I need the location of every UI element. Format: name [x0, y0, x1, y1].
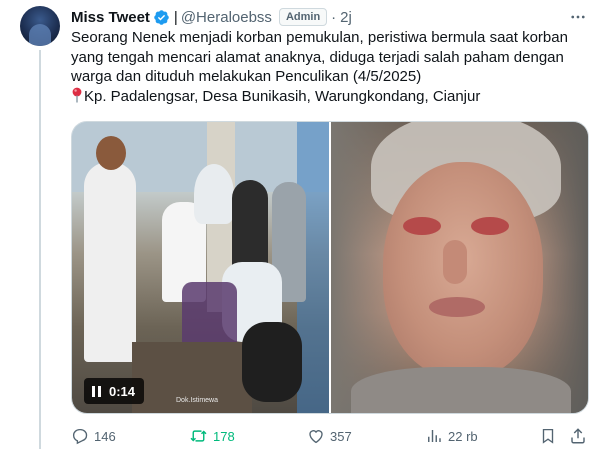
- thread-line: [39, 50, 41, 449]
- left-eye-swollen: [403, 217, 441, 235]
- name-separator: |: [173, 8, 178, 26]
- video-progress-badge[interactable]: 0:14: [84, 378, 145, 404]
- action-bar: 146 178 357 22 rb: [71, 425, 589, 447]
- retweet-button[interactable]: 178: [189, 425, 235, 447]
- bookmark-icon: [542, 428, 554, 444]
- right-eye-swollen: [471, 217, 509, 235]
- person-head: [96, 136, 126, 170]
- retweet-count: 178: [213, 428, 235, 444]
- avatar[interactable]: [20, 6, 60, 46]
- clothing: [351, 367, 571, 413]
- admin-badge[interactable]: Admin: [278, 8, 328, 26]
- reply-icon: [72, 428, 88, 445]
- heart-icon: [309, 430, 323, 444]
- headscarf: [194, 164, 234, 224]
- person-dark-hair: [242, 322, 302, 402]
- more-options-button[interactable]: [567, 7, 589, 27]
- like-button[interactable]: 357: [307, 425, 352, 447]
- header-dot: ·: [331, 8, 337, 26]
- nose: [443, 240, 467, 284]
- location-pin-icon: [71, 87, 83, 109]
- reply-count: 146: [94, 428, 116, 444]
- pause-icon: [92, 385, 101, 397]
- tweet: Miss Tweet | @Heraloebss Admin · 2j Seor…: [0, 0, 615, 451]
- video-watermark: Dok.Istimewa: [176, 397, 219, 404]
- views-chart-icon: [428, 430, 441, 442]
- retweet-icon: [190, 430, 207, 442]
- tweet-header: Miss Tweet | @Heraloebss Admin · 2j: [71, 7, 352, 27]
- tweet-time[interactable]: 2j: [340, 9, 352, 26]
- photo-thumbnail[interactable]: [331, 122, 588, 413]
- tweet-text: Seorang Nenek menjadi korban pemukulan, …: [71, 28, 601, 108]
- reply-button[interactable]: 146: [71, 425, 116, 447]
- video-time: 0:14: [109, 383, 136, 399]
- tweet-line: yang tengah mencari alamat anaknya, didu…: [71, 48, 564, 66]
- tweet-location: Kp. Padalengsar, Desa Bunikasih, Warungk…: [84, 87, 481, 105]
- tweet-location-line: Kp. Padalengsar, Desa Bunikasih, Warungk…: [71, 87, 601, 109]
- bookmark-button[interactable]: [539, 425, 557, 447]
- views-count: 22 rb: [448, 428, 478, 444]
- author-handle[interactable]: @Heraloebss: [181, 9, 272, 26]
- more-icon: [571, 15, 585, 19]
- tweet-line: Seorang Nenek menjadi korban pemukulan, …: [71, 29, 568, 46]
- verified-badge-icon: [153, 9, 170, 26]
- author-name[interactable]: Miss Tweet: [71, 9, 150, 26]
- like-count: 357: [330, 428, 352, 444]
- tweet-line: warga dan dituduh melakukan Penculikan (…: [71, 68, 422, 85]
- person-white-shirt: [84, 162, 136, 362]
- share-button[interactable]: [569, 425, 587, 447]
- mouth: [429, 297, 485, 317]
- views-button[interactable]: 22 rb: [425, 425, 478, 447]
- media-grid: 0:14 Dok.Istimewa: [71, 121, 589, 414]
- share-icon: [571, 428, 585, 444]
- video-thumbnail[interactable]: 0:14 Dok.Istimewa: [72, 122, 329, 413]
